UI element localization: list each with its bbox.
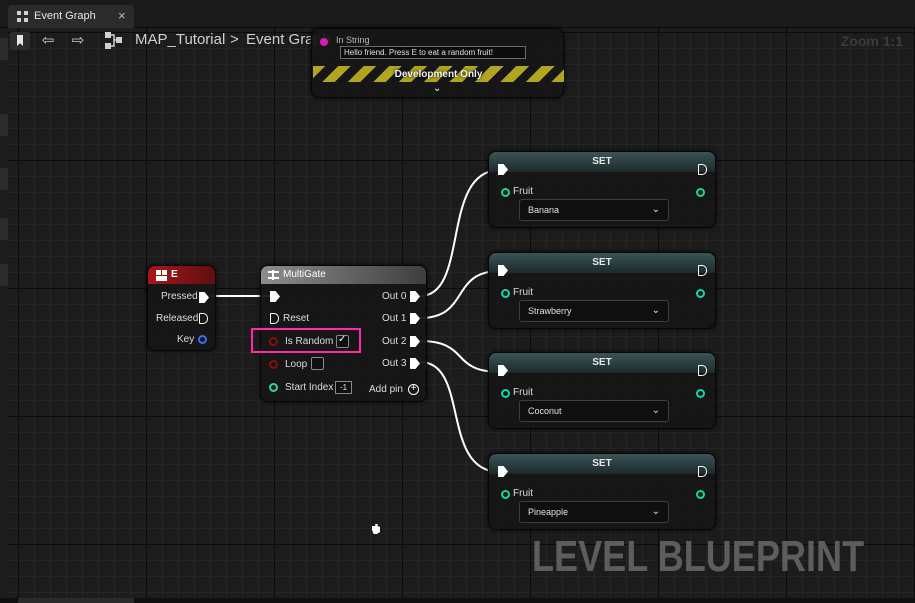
zoom-level: Zoom 1:1 bbox=[840, 33, 903, 49]
graph-node-icon bbox=[105, 32, 122, 49]
start-index-label: Start Index bbox=[285, 382, 334, 393]
node-header: SET bbox=[489, 454, 715, 474]
fruit-dropdown-value: Strawberry bbox=[528, 306, 572, 316]
fruit-in-pin[interactable] bbox=[501, 389, 510, 398]
fruit-out-pin[interactable] bbox=[696, 490, 705, 499]
pressed-exec-pin[interactable] bbox=[199, 292, 209, 303]
set-fruit-node[interactable]: SET Fruit Coconut ⌄ bbox=[488, 352, 716, 429]
pressed-label: Pressed bbox=[161, 291, 198, 302]
fruit-dropdown-value: Banana bbox=[528, 205, 560, 215]
set-fruit-node[interactable]: SET Fruit Banana ⌄ bbox=[488, 151, 716, 228]
chevron-down-icon: ⌄ bbox=[651, 405, 660, 416]
fruit-dropdown[interactable]: Pineapple ⌄ bbox=[519, 501, 669, 523]
fruit-label: Fruit bbox=[513, 488, 533, 499]
fruit-in-pin[interactable] bbox=[501, 490, 510, 499]
out3-label: Out 3 bbox=[382, 358, 407, 369]
node-header: SET bbox=[489, 152, 715, 172]
out0-exec-pin[interactable] bbox=[410, 291, 420, 302]
event-title: E bbox=[171, 269, 178, 280]
out1-exec-pin[interactable] bbox=[410, 313, 420, 324]
exec-out-pin[interactable] bbox=[698, 365, 707, 376]
back-arrow-icon[interactable]: ⇦ bbox=[38, 32, 58, 50]
multigate-title: MultiGate bbox=[283, 269, 326, 280]
add-pin-label[interactable]: Add pin bbox=[369, 384, 403, 395]
development-only-label: Development Only bbox=[394, 69, 483, 80]
fruit-dropdown-value: Coconut bbox=[528, 406, 562, 416]
chevron-down-icon: ⌄ bbox=[651, 305, 660, 316]
released-label: Released bbox=[156, 313, 199, 324]
out2-exec-pin[interactable] bbox=[410, 336, 420, 347]
out0-label: Out 0 bbox=[382, 291, 407, 302]
level-blueprint-watermark: LEVEL BLUEPRINT bbox=[532, 532, 865, 581]
fruit-out-pin[interactable] bbox=[696, 289, 705, 298]
fruit-label: Fruit bbox=[513, 186, 533, 197]
fruit-in-pin[interactable] bbox=[501, 289, 510, 298]
released-exec-pin[interactable] bbox=[199, 313, 208, 324]
node-header: MultiGate bbox=[261, 266, 426, 284]
in-string-pin[interactable] bbox=[320, 38, 328, 46]
reset-label: Reset bbox=[283, 313, 310, 324]
chevron-down-icon[interactable]: ⌄ bbox=[433, 83, 441, 94]
start-index-field[interactable]: -1 bbox=[335, 381, 352, 394]
fruit-label: Fruit bbox=[513, 387, 533, 398]
chevron-down-icon: ⌄ bbox=[651, 506, 660, 517]
out1-label: Out 1 bbox=[382, 313, 407, 324]
fruit-dropdown[interactable]: Banana ⌄ bbox=[519, 199, 669, 221]
forward-arrow-icon[interactable]: ⇨ bbox=[68, 32, 88, 50]
loop-label: Loop bbox=[285, 359, 308, 370]
add-pin-icon[interactable]: + bbox=[408, 384, 419, 395]
in-string-label: In String bbox=[336, 35, 370, 45]
key-pin[interactable] bbox=[198, 335, 207, 344]
fruit-dropdown-value: Pineapple bbox=[528, 507, 569, 517]
exec-in-pin[interactable] bbox=[270, 291, 280, 302]
in-string-field[interactable]: Hello friend. Press E to eat a random fr… bbox=[340, 46, 526, 59]
fruit-label: Fruit bbox=[513, 287, 533, 298]
fruit-in-pin[interactable] bbox=[501, 188, 510, 197]
fruit-out-pin[interactable] bbox=[696, 188, 705, 197]
set-fruit-node[interactable]: SET Fruit Pineapple ⌄ bbox=[488, 453, 716, 530]
start-index-pin[interactable] bbox=[269, 383, 278, 392]
keyboard-icon bbox=[156, 270, 167, 281]
node-header: SET bbox=[489, 253, 715, 273]
breadcrumb-map[interactable]: MAP_Tutorial bbox=[135, 31, 225, 48]
keyboard-event-node[interactable]: E Pressed Released Key bbox=[147, 265, 216, 351]
key-label: Key bbox=[177, 334, 195, 345]
exec-out-pin[interactable] bbox=[698, 265, 707, 276]
breadcrumb-separator: > bbox=[230, 31, 239, 48]
reset-exec-pin[interactable] bbox=[270, 313, 279, 324]
flow-control-icon bbox=[268, 270, 279, 280]
node-header: E bbox=[148, 266, 215, 284]
fruit-out-pin[interactable] bbox=[696, 389, 705, 398]
exec-out-pin[interactable] bbox=[698, 466, 707, 477]
out3-exec-pin[interactable] bbox=[410, 358, 420, 369]
loop-checkbox[interactable] bbox=[311, 357, 324, 370]
exec-out-pin[interactable] bbox=[698, 164, 707, 175]
print-string-node[interactable]: In String Hello friend. Press E to eat a… bbox=[311, 28, 564, 98]
out2-label: Out 2 bbox=[382, 336, 407, 347]
chevron-down-icon: ⌄ bbox=[651, 204, 660, 215]
loop-pin[interactable] bbox=[269, 360, 278, 369]
bookmark-icon[interactable] bbox=[10, 32, 30, 50]
is-random-highlight bbox=[251, 328, 361, 353]
node-header: SET bbox=[489, 353, 715, 373]
fruit-dropdown[interactable]: Strawberry ⌄ bbox=[519, 300, 669, 322]
fruit-dropdown[interactable]: Coconut ⌄ bbox=[519, 400, 669, 422]
set-fruit-node[interactable]: SET Fruit Strawberry ⌄ bbox=[488, 252, 716, 329]
